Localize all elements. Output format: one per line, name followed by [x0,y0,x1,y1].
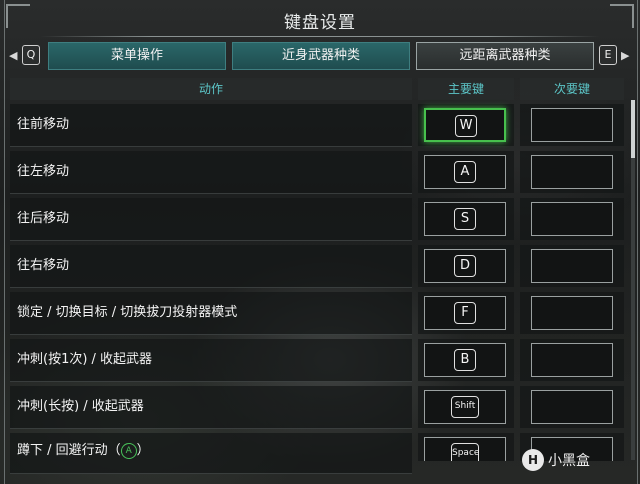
table-row[interactable]: 蹲下 / 回避行动（ A） [10,433,412,474]
action-label-tail: ） [136,443,150,458]
primary-key-slot[interactable]: A [424,155,506,189]
action-label: 往前移动 [17,117,70,132]
primary-key-cell: Shift [418,386,514,428]
action-label: 往左移动 [17,164,70,179]
key-w-icon: W [455,115,477,137]
secondary-key-slot[interactable] [531,296,613,330]
tab-ranged-weapons[interactable]: 远距离武器种类 [416,42,594,70]
primary-key-cell: W [418,104,514,146]
secondary-key-cell [520,386,624,428]
primary-key-cell: S [418,198,514,240]
key-s-icon: S [454,208,476,230]
secondary-key-slot[interactable] [531,202,613,236]
key-space-icon: Space [451,443,479,461]
action-label: 冲刺(长按) / 收起武器 [17,399,144,414]
next-tab-key-icon[interactable]: E [599,45,617,65]
key-d-icon: D [454,255,476,277]
primary-key-cell: A [418,151,514,193]
scrollbar[interactable] [631,100,635,460]
primary-key-slot[interactable]: Space [424,437,506,461]
prev-tab-key-icon[interactable]: Q [22,45,40,65]
primary-key-slot[interactable]: S [424,202,506,236]
heybox-logo-icon: H [522,449,544,471]
key-f-icon: F [454,302,476,324]
column-header-action: 动作 [10,78,412,100]
key-shift-icon: Shift [451,396,479,418]
column-header-secondary: 次要键 [520,78,624,100]
secondary-key-cell [520,292,624,334]
secondary-key-slot[interactable] [531,249,613,283]
action-label: 往右移动 [17,258,70,273]
secondary-key-cell [520,245,624,287]
secondary-key-slot[interactable] [531,343,613,377]
title-divider [40,36,600,37]
table-row[interactable]: 冲刺(按1次) / 收起武器 [10,339,412,382]
action-label: 往后移动 [17,211,70,226]
primary-key-cell: Space [418,433,514,461]
watermark: H 小黑盒 [522,448,590,474]
key-b-icon: B [454,349,476,371]
tab-menu-ops[interactable]: 菜单操作 [48,42,226,70]
primary-key-cell: F [418,292,514,334]
table-row[interactable]: 往前移动 [10,104,412,147]
primary-key-slot[interactable]: Shift [424,390,506,424]
secondary-key-slot[interactable] [531,155,613,189]
secondary-key-slot[interactable] [531,108,613,142]
primary-key-slot[interactable]: B [424,343,506,377]
action-label: 锁定 / 切换目标 / 切换拔刀投射器模式 [17,305,238,320]
secondary-key-cell [520,104,624,146]
page-title: 键盘设置 [284,13,356,33]
table-row[interactable]: 往右移动 [10,245,412,288]
table-row[interactable]: 锁定 / 切换目标 / 切换拔刀投射器模式 [10,292,412,335]
action-label-text: 蹲下 / 回避行动（ [17,443,121,458]
primary-key-cell: B [418,339,514,381]
action-label: 冲刺(按1次) / 收起武器 [17,352,153,367]
table-row[interactable]: 往左移动 [10,151,412,194]
secondary-key-cell [520,339,624,381]
primary-key-slot[interactable]: D [424,249,506,283]
action-label: 蹲下 / 回避行动（ A） [17,433,150,469]
gamepad-a-button-icon: A [120,442,137,459]
primary-key-cell: D [418,245,514,287]
key-a-icon: A [454,161,476,183]
watermark-text: 小黑盒 [548,453,590,469]
secondary-key-cell [520,151,624,193]
tab-bar: ◀ Q 菜单操作 近身武器种类 远距离武器种类 E ▶ [0,42,640,70]
tab-melee-weapons[interactable]: 近身武器种类 [232,42,410,70]
secondary-key-slot[interactable] [531,390,613,424]
scrollbar-thumb[interactable] [631,100,635,158]
chevron-left-icon[interactable]: ◀ [9,49,17,62]
chevron-right-icon[interactable]: ▶ [621,49,629,62]
column-header-primary: 主要键 [418,78,514,100]
secondary-key-cell [520,198,624,240]
table-row[interactable]: 冲刺(长按) / 收起武器 [10,386,412,429]
primary-key-slot[interactable]: W [424,108,506,142]
table-row[interactable]: 往后移动 [10,198,412,241]
primary-key-slot[interactable]: F [424,296,506,330]
